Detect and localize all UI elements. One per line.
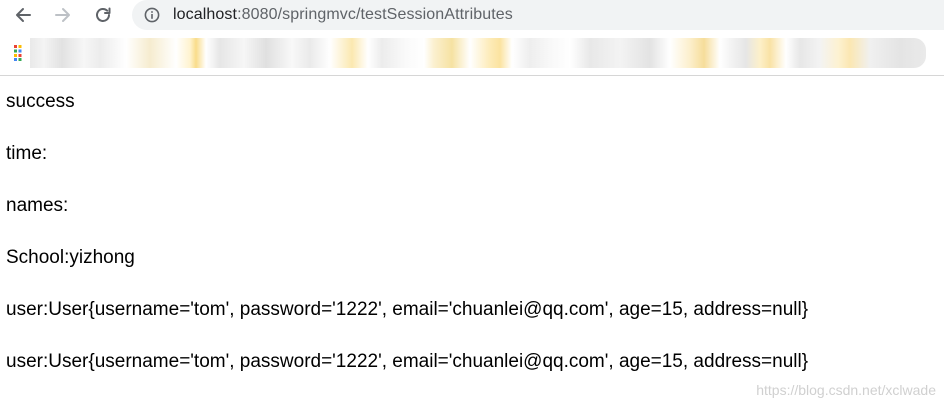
back-arrow-icon [16, 8, 31, 22]
back-button[interactable] [12, 4, 34, 26]
success-text: success [6, 91, 75, 112]
forward-button[interactable] [52, 4, 74, 26]
url-path: :8080/springmvc/testSessionAttributes [237, 6, 513, 23]
url-host: localhost [173, 6, 238, 23]
address-bar[interactable]: localhost:8080/springmvc/testSessionAttr… [132, 0, 944, 30]
names-text: names: [6, 195, 69, 216]
navigation-bar: localhost:8080/springmvc/testSessionAttr… [0, 0, 944, 30]
browser-chrome: localhost:8080/springmvc/testSessionAttr… [0, 0, 944, 76]
school-text: School:yizhong [6, 247, 135, 268]
reload-icon [96, 7, 111, 22]
page-content: success time: names: School:yizhong user… [0, 76, 944, 406]
bookmarks-bar [0, 36, 944, 72]
watermark: https://blog.csdn.net/xclwade [756, 382, 936, 398]
reload-button[interactable] [92, 4, 114, 26]
info-icon[interactable] [144, 7, 160, 23]
forward-arrow-icon [55, 8, 70, 22]
blurred-bookmarks [30, 38, 926, 68]
apps-grid-icon[interactable] [14, 45, 26, 61]
user-text-session: user:User{username='tom', password='1222… [6, 351, 809, 372]
time-text: time: [6, 143, 48, 164]
user-text-request: user:User{username='tom', password='1222… [6, 299, 809, 320]
url-text[interactable]: localhost:8080/springmvc/testSessionAttr… [173, 5, 513, 25]
